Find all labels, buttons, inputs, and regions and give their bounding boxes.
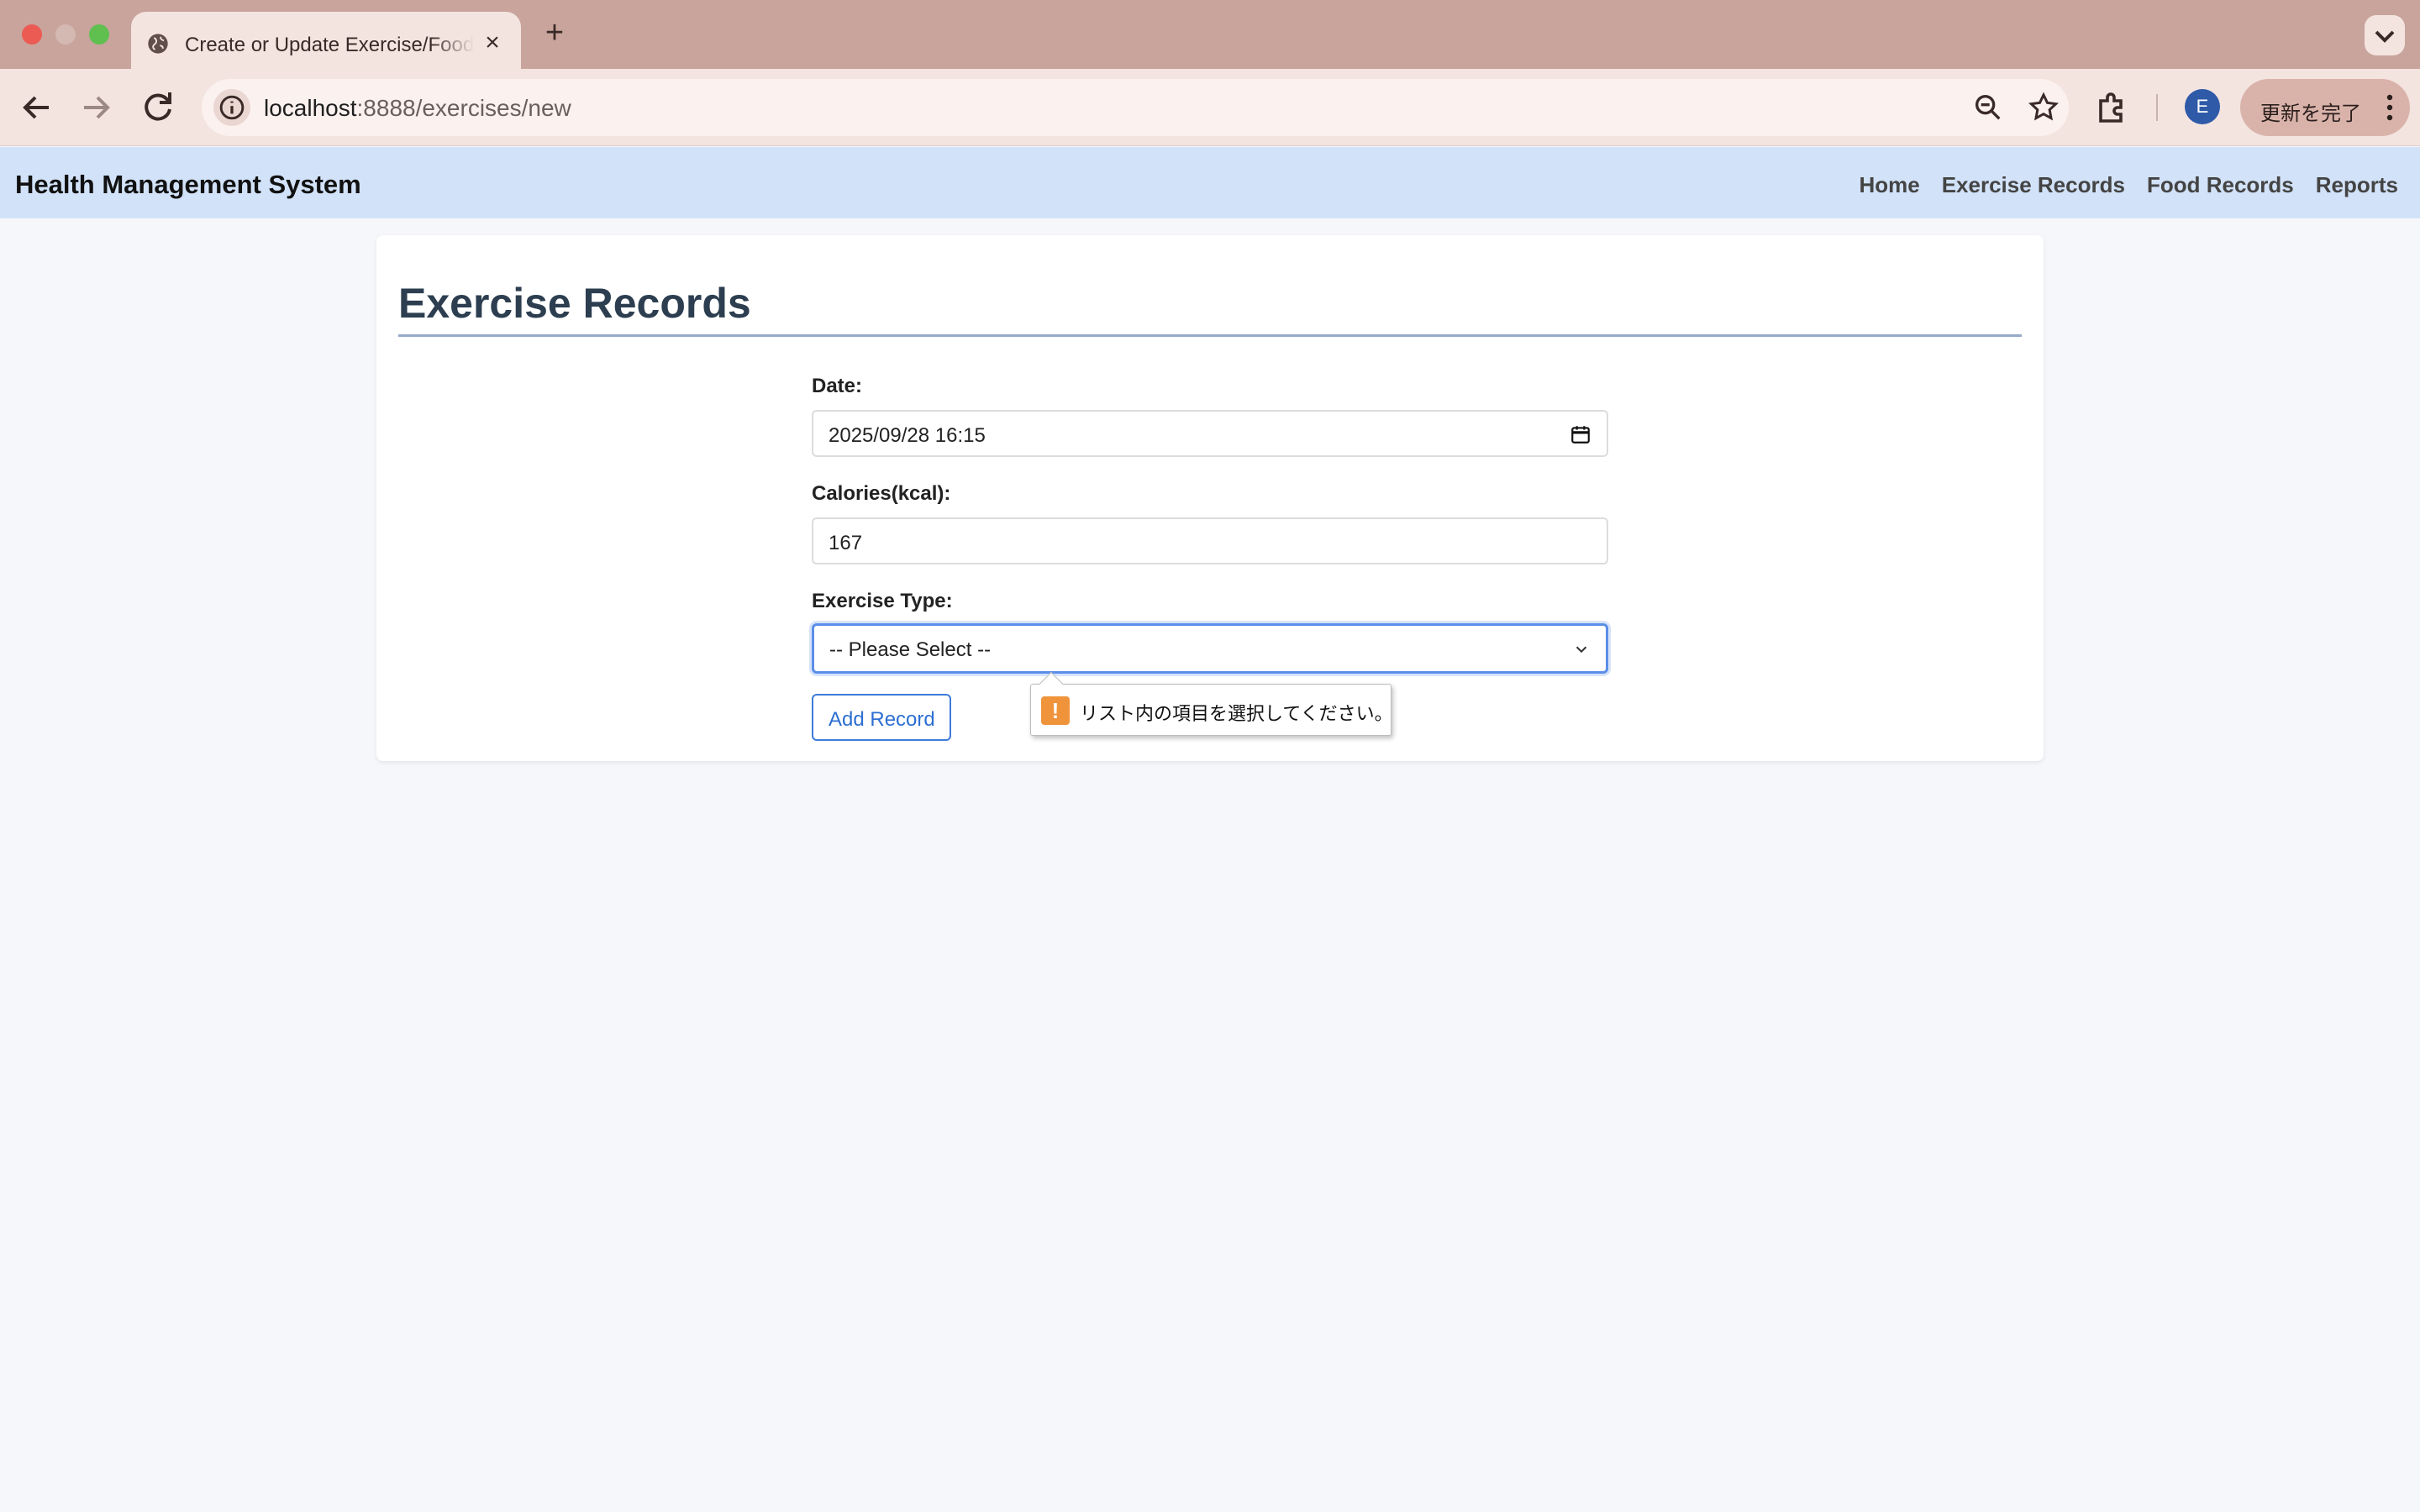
page-title: Exercise Records [398,280,751,327]
zoom-icon[interactable] [1971,91,2005,124]
chevron-down-icon [1576,646,1587,654]
window-zoom-button[interactable] [89,24,109,45]
add-record-label: Add Record [829,708,935,731]
tab-search-button[interactable] [2365,15,2405,55]
date-input[interactable]: 2025/09/28 16:15 [812,410,1608,457]
exercise-type-select[interactable]: -- Please Select -- [812,623,1608,674]
validation-tooltip: ! リスト内の項目を選択してください。 [1030,671,1393,736]
app-navbar: Health Management System Home Exercise R… [0,147,2420,218]
profile-avatar[interactable]: E [2185,89,2220,124]
window-close-button[interactable] [22,24,42,45]
title-divider [398,334,2022,337]
nav-link-exercise-records[interactable]: Exercise Records [1942,172,2125,198]
extensions-icon[interactable] [2092,87,2133,128]
forward-arrow-icon[interactable] [76,87,116,128]
chevron-down-icon [2375,30,2395,43]
browser-tab-active[interactable]: Create or Update Exercise/Food × [131,12,521,69]
nav-link-reports[interactable]: Reports [2316,172,2398,198]
update-browser-button[interactable]: 更新を完了 [2240,79,2410,136]
date-value: 2025/09/28 16:15 [829,424,986,447]
calories-value: 167 [829,532,863,554]
calories-label: Calories(kcal): [812,482,951,505]
nav-link-home[interactable]: Home [1859,172,1919,198]
url-path: :8888/exercises/new [356,95,571,121]
info-icon [219,95,245,120]
nav-link-food-records[interactable]: Food Records [2147,172,2294,198]
brand-title[interactable]: Health Management System [15,170,361,200]
add-record-button[interactable]: Add Record [812,694,951,741]
site-info-button[interactable] [213,89,250,126]
tab-title: Create or Update Exercise/Food [185,34,474,56]
toolbar-divider [2156,94,2158,121]
close-icon[interactable]: × [479,30,506,57]
back-arrow-icon[interactable] [17,87,57,128]
validation-message: リスト内の項目を選択してください。 [1080,704,1393,725]
warning-icon: ! [1041,696,1070,725]
window-minimize-button[interactable] [55,24,76,45]
star-icon[interactable] [2027,91,2060,124]
calendar-icon[interactable] [1570,423,1591,445]
url-text: localhost:8888/exercises/new [264,95,571,122]
browser-toolbar: localhost:8888/exercises/new E 更新を完了 [0,69,2420,146]
globe-icon [148,34,168,54]
exercise-type-label: Exercise Type: [812,590,953,612]
browser-tab-strip: Create or Update Exercise/Food × + [0,0,2420,69]
nav-links: Home Exercise Records Food Records Repor… [1859,172,2398,198]
content-card: Exercise Records Date: 2025/09/28 16:15 … [376,235,2044,761]
update-label: 更新を完了 [2260,102,2361,125]
url-host: localhost [264,95,357,121]
date-label: Date: [812,375,863,397]
address-bar[interactable]: localhost:8888/exercises/new [202,79,2069,136]
calories-input[interactable]: 167 [812,517,1608,564]
exercise-type-selected: -- Please Select -- [829,638,992,661]
plus-icon[interactable]: + [538,17,571,50]
kebab-menu-icon [2386,94,2393,121]
reload-icon[interactable] [138,87,178,128]
